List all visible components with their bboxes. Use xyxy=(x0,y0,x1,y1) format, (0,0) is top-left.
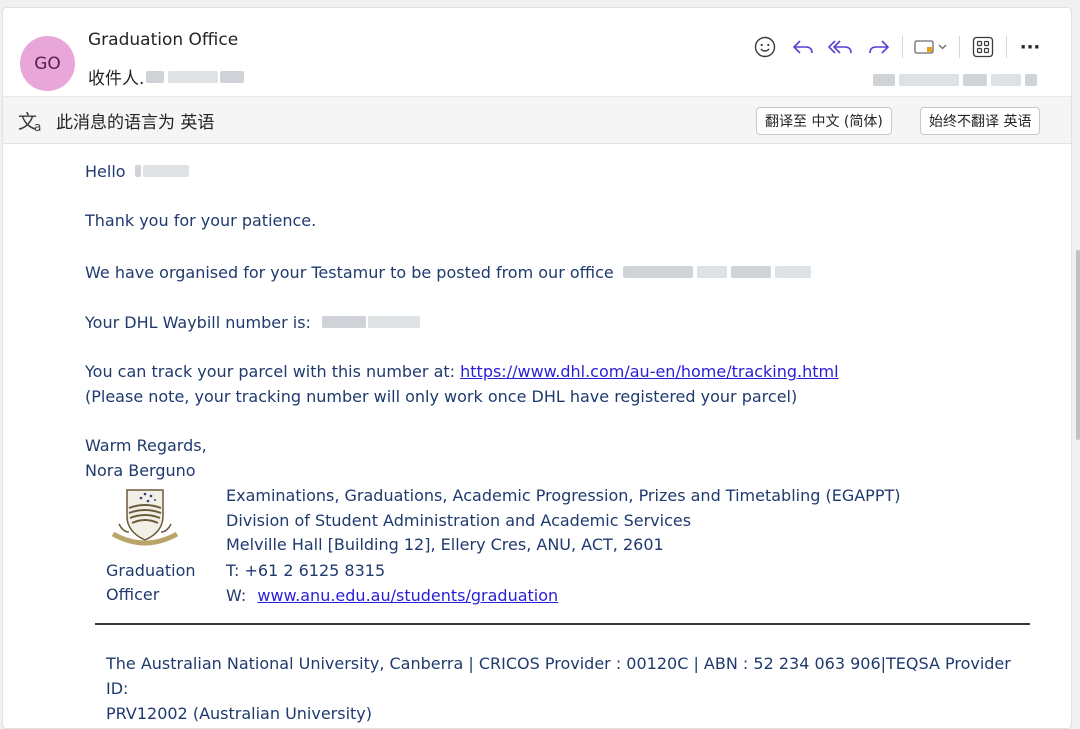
signature-web-row: W: www.anu.edu.au/students/graduation xyxy=(226,586,558,605)
signature-role-line2: Officer xyxy=(106,585,160,604)
waybill-label: Your DHL Waybill number is: xyxy=(85,313,311,332)
signature-divider xyxy=(95,623,1030,625)
web-prefix: W: xyxy=(226,586,247,605)
message-toolbar: ··· xyxy=(746,30,1049,64)
patience-line: Thank you for your patience. xyxy=(85,211,317,230)
sender-avatar[interactable]: GO xyxy=(20,36,75,91)
signature-division: Division of Student Administration and A… xyxy=(226,511,692,530)
reply-button[interactable] xyxy=(784,30,822,64)
scrollbar-thumb[interactable] xyxy=(1076,250,1080,440)
forward-icon xyxy=(869,40,890,54)
organised-text: We have organised for your Testamur to b… xyxy=(85,263,614,282)
translate-button[interactable]: 翻译至 中文 (简体) xyxy=(756,107,892,135)
signature-dept: Examinations, Graduations, Academic Prog… xyxy=(226,486,901,505)
translation-message: 此消息的语言为 英语 xyxy=(56,113,215,133)
closing-line: Warm Regards, xyxy=(85,436,207,455)
reply-icon xyxy=(792,40,813,54)
translate-icon: 文 a xyxy=(18,111,41,134)
apps-button[interactable] xyxy=(964,30,1002,64)
emoji-reaction-button[interactable] xyxy=(746,30,784,64)
redacted-recipient xyxy=(146,70,165,83)
toolbar-divider xyxy=(959,36,960,58)
reply-all-button[interactable] xyxy=(822,30,860,64)
redacted-date xyxy=(873,71,1037,90)
tag-dropdown-button[interactable] xyxy=(907,30,955,64)
never-translate-button[interactable]: 始终不翻译 英语 xyxy=(920,107,1041,135)
greeting-line: Hello xyxy=(85,162,189,181)
organised-line: We have organised for your Testamur to b… xyxy=(85,263,811,282)
footer-line2: PRV12002 (Australian University) xyxy=(106,704,373,723)
svg-text:a: a xyxy=(34,120,41,134)
anu-graduation-link[interactable]: www.anu.edu.au/students/graduation xyxy=(257,586,558,605)
dhl-tracking-link[interactable]: https://www.dhl.com/au-en/home/tracking.… xyxy=(460,362,838,381)
recipients-row: 收件人. xyxy=(88,64,245,89)
note-line: (Please note, your tracking number will … xyxy=(85,387,798,406)
anu-crest-logo xyxy=(111,489,179,546)
university-footer: The Australian National University, Canb… xyxy=(106,651,1036,726)
toolbar-divider xyxy=(902,36,903,58)
redacted-recipient xyxy=(220,70,245,83)
greeting-text: Hello xyxy=(85,162,126,181)
sender-name[interactable]: Graduation Office xyxy=(88,30,238,50)
redacted-recipient xyxy=(168,70,219,83)
track-line: You can track your parcel with this numb… xyxy=(85,362,839,381)
waybill-line: Your DHL Waybill number is: xyxy=(85,313,421,332)
toolbar-divider xyxy=(1006,36,1007,58)
footer-line1: The Australian National University, Canb… xyxy=(106,654,1011,698)
signature-role-line1: Graduation xyxy=(106,561,196,580)
apps-icon xyxy=(972,36,994,58)
signer-name: Nora Berguno xyxy=(85,461,196,480)
track-label: You can track your parcel with this numb… xyxy=(85,362,456,381)
smile-icon xyxy=(754,36,776,58)
translation-bar: 文 a 此消息的语言为 英语 翻译至 中文 (简体) 始终不翻译 英语 xyxy=(3,96,1071,144)
forward-button[interactable] xyxy=(860,30,898,64)
signature-phone: T: +61 2 6125 8315 xyxy=(226,561,386,580)
reply-all-icon xyxy=(828,40,852,54)
to-label: 收件人. xyxy=(88,69,145,89)
tag-icon xyxy=(914,40,947,54)
signature-address: Melville Hall [Building 12], Ellery Cres… xyxy=(226,535,664,554)
more-actions-button[interactable]: ··· xyxy=(1011,30,1049,64)
